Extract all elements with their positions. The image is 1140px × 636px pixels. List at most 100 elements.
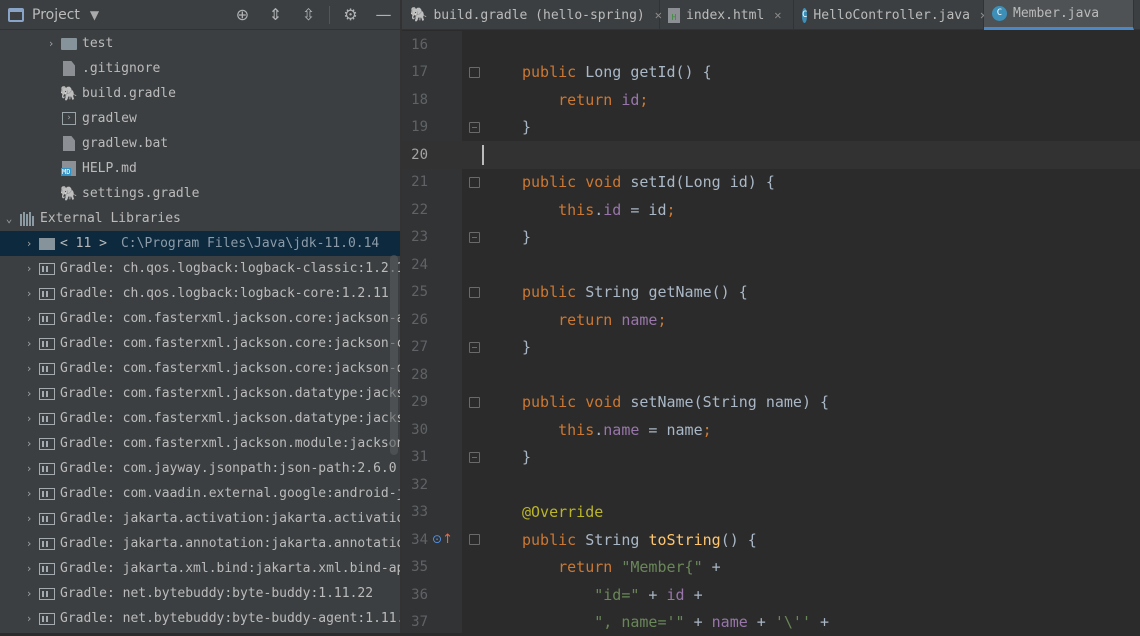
tree-scrollbar[interactable] — [390, 255, 398, 455]
fold-marker-icon[interactable] — [469, 342, 480, 353]
chevron-right-icon[interactable]: › — [22, 312, 36, 325]
fold-marker-icon[interactable] — [469, 232, 480, 243]
editor-tab[interactable]: CMember.java — [984, 0, 1134, 30]
code-line[interactable]: 28 — [402, 361, 1140, 389]
code-line[interactable]: 18 return id; — [402, 86, 1140, 114]
chevron-right-icon[interactable]: › — [22, 612, 36, 625]
code-line[interactable]: 32 — [402, 471, 1140, 499]
chevron-right-icon[interactable]: › — [22, 587, 36, 600]
code-token: toString — [648, 531, 720, 549]
code-token: String — [585, 531, 648, 549]
chevron-right-icon[interactable]: › — [44, 37, 58, 50]
chevron-right-icon[interactable]: › — [22, 237, 36, 250]
code-text: return "Member{" + — [522, 558, 721, 576]
chevron-down-icon[interactable]: ▼ — [90, 8, 99, 22]
tree-item[interactable]: 🐘settings.gradle — [0, 181, 400, 206]
line-number: 30 — [402, 422, 428, 438]
tree-item[interactable]: ›gradlew — [0, 106, 400, 131]
code-line[interactable]: 27} — [402, 334, 1140, 362]
code-line[interactable]: 35 return "Member{" + — [402, 554, 1140, 582]
hide-icon[interactable]: — — [367, 5, 400, 24]
code-line[interactable]: 30 this.name = name; — [402, 416, 1140, 444]
tree-item[interactable]: ›Gradle: ch.qos.logback:logback-core:1.2… — [0, 281, 400, 306]
code-text: public String toString() { — [522, 531, 757, 549]
code-line[interactable]: 25public String getName() { — [402, 279, 1140, 307]
override-marker-icon[interactable]: ⊙↑ — [432, 532, 453, 547]
chevron-right-icon[interactable]: › — [22, 337, 36, 350]
tree-item[interactable]: ›Gradle: com.fasterxml.jackson.datatype:… — [0, 381, 400, 406]
tree-item[interactable]: ›test — [0, 31, 400, 56]
code-line[interactable]: 26 return name; — [402, 306, 1140, 334]
chevron-down-icon[interactable]: ⌄ — [2, 212, 16, 225]
fold-marker-icon[interactable] — [469, 122, 480, 133]
fold-marker-icon[interactable] — [469, 452, 480, 463]
chevron-right-icon[interactable]: › — [22, 512, 36, 525]
chevron-right-icon[interactable]: › — [22, 537, 36, 550]
tree-item[interactable]: ›Gradle: net.bytebuddy:byte-buddy-agent:… — [0, 606, 400, 631]
code-line[interactable]: 21public void setId(Long id) { — [402, 169, 1140, 197]
collapse-all-icon[interactable]: ⇳ — [292, 5, 325, 24]
code-line[interactable]: 23} — [402, 224, 1140, 252]
tree-item[interactable]: ›Gradle: com.fasterxml.jackson.datatype:… — [0, 406, 400, 431]
tree-item[interactable]: HELP.md — [0, 156, 400, 181]
project-title[interactable]: Project — [32, 7, 80, 23]
chevron-right-icon[interactable]: › — [22, 387, 36, 400]
tree-item[interactable]: ›Gradle: com.jayway.jsonpath:json-path:2… — [0, 456, 400, 481]
code-line[interactable]: 31} — [402, 444, 1140, 472]
fold-marker-icon[interactable] — [469, 397, 480, 408]
editor-tab[interactable]: Hindex.html✕ — [660, 0, 794, 30]
gear-icon[interactable]: ⚙ — [334, 5, 367, 24]
code-text: } — [522, 448, 531, 466]
code-line[interactable]: 33@Override — [402, 499, 1140, 527]
code-area[interactable]: 1617public Long getId() {18 return id;19… — [402, 31, 1140, 636]
tree-item[interactable]: ›Gradle: ch.qos.logback:logback-classic:… — [0, 256, 400, 281]
chevron-right-icon[interactable]: › — [22, 462, 36, 475]
code-line[interactable]: 20 — [402, 141, 1140, 169]
code-token: } — [522, 448, 531, 466]
chevron-right-icon[interactable]: › — [22, 412, 36, 425]
tree-item[interactable]: ›Gradle: jakarta.annotation:jakarta.anno… — [0, 531, 400, 556]
tree-item[interactable]: ›Gradle: com.fasterxml.jackson.core:jack… — [0, 331, 400, 356]
tree-item[interactable]: ›Gradle: net.bytebuddy:byte-buddy:1.11.2… — [0, 581, 400, 606]
line-number: 27 — [402, 339, 428, 355]
code-line[interactable]: 37 ", name='" + name + '\'' + — [402, 609, 1140, 636]
tree-item[interactable]: ›Gradle: com.fasterxml.jackson.core:jack… — [0, 356, 400, 381]
code-line[interactable]: 16 — [402, 31, 1140, 59]
code-line[interactable]: 22 this.id = id; — [402, 196, 1140, 224]
tree-item[interactable]: ›Gradle: com.fasterxml.jackson.module:ja… — [0, 431, 400, 456]
chevron-right-icon[interactable]: › — [22, 437, 36, 450]
expand-all-icon[interactable]: ⇕ — [259, 5, 292, 24]
tree-item[interactable]: 🐘build.gradle — [0, 81, 400, 106]
editor-tab[interactable]: CHelloController.java✕ — [794, 0, 984, 30]
code-text: "id=" + id + — [522, 586, 703, 604]
code-token: getId — [630, 63, 675, 81]
tree-item[interactable]: ›< 11 >C:\Program Files\Java\jdk-11.0.14 — [0, 231, 400, 256]
code-line[interactable]: 36 "id=" + id + — [402, 581, 1140, 609]
tree-item[interactable]: ›Gradle: com.vaadin.external.google:andr… — [0, 481, 400, 506]
code-line[interactable]: 19} — [402, 114, 1140, 142]
tree-item[interactable]: ›Gradle: com.fasterxml.jackson.core:jack… — [0, 306, 400, 331]
tree-item[interactable]: gradlew.bat — [0, 131, 400, 156]
chevron-right-icon[interactable]: › — [22, 562, 36, 575]
code-line[interactable]: 29public void setName(String name) { — [402, 389, 1140, 417]
tree-item[interactable]: ›Gradle: jakarta.xml.bind:jakarta.xml.bi… — [0, 556, 400, 581]
close-icon[interactable]: ✕ — [774, 8, 781, 22]
fold-marker-icon[interactable] — [469, 534, 480, 545]
chevron-right-icon[interactable]: › — [22, 487, 36, 500]
chevron-right-icon[interactable]: › — [22, 262, 36, 275]
tree-item[interactable]: ⌄External Libraries — [0, 206, 400, 231]
tree-item[interactable]: ›Gradle: jakarta.activation:jakarta.acti… — [0, 506, 400, 531]
tree-item-label: HELP.md — [82, 161, 137, 176]
code-line[interactable]: 24 — [402, 251, 1140, 279]
code-line[interactable]: 17public Long getId() { — [402, 59, 1140, 87]
fold-marker-icon[interactable] — [469, 67, 480, 78]
chevron-right-icon[interactable]: › — [22, 287, 36, 300]
fold-marker-icon[interactable] — [469, 177, 480, 188]
chevron-right-icon[interactable]: › — [22, 362, 36, 375]
editor-tab[interactable]: 🐘build.gradle (hello-spring)✕ — [402, 0, 660, 30]
tree-item[interactable]: .gitignore — [0, 56, 400, 81]
code-line[interactable]: 34⊙↑public String toString() { — [402, 526, 1140, 554]
code-token: name — [621, 311, 657, 329]
fold-marker-icon[interactable] — [469, 287, 480, 298]
locate-icon[interactable]: ⊕ — [226, 5, 259, 24]
